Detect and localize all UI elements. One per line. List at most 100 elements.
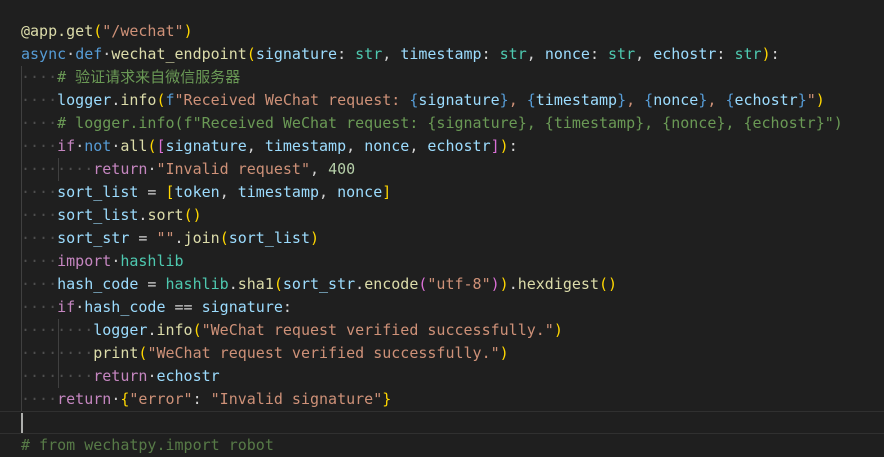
code-line[interactable]: ········print("WeChat request verified s… (0, 342, 884, 365)
code-line[interactable]: ········return·"Invalid request", 400 (0, 158, 884, 181)
code-token: = (129, 229, 157, 247)
indent-guide (21, 227, 22, 250)
code-line[interactable] (0, 411, 884, 434)
code-token: "WeChat request verified successfully." (201, 321, 554, 339)
code-token: ( (273, 275, 283, 293)
code-token: : (192, 390, 211, 408)
code-token: hashlib (120, 252, 184, 270)
code-token: } (499, 91, 509, 109)
code-token: str (608, 45, 636, 63)
code-token: nonce (653, 91, 699, 109)
code-token: . (111, 91, 121, 109)
code-token: () (183, 206, 202, 224)
indent-guide (21, 204, 22, 227)
code-token: "" (156, 229, 175, 247)
code-token: hashlib (165, 275, 229, 293)
code-token: logger (57, 91, 112, 109)
code-token: : (481, 45, 500, 63)
code-line[interactable]: # from wechatpy.import robot (0, 434, 884, 457)
code-line[interactable]: ····return·{"error": "Invalid signature"… (0, 388, 884, 411)
code-token: . (228, 275, 238, 293)
code-token: if (57, 137, 76, 155)
code-token: , (219, 183, 238, 201)
code-token: import (57, 252, 112, 270)
code-token: # logger.info(f"Received WeChat request:… (57, 114, 843, 132)
indent-guide (21, 181, 22, 204)
code-token: · (111, 252, 121, 270)
code-token: join (183, 229, 220, 247)
code-line[interactable]: ········return·echostr (0, 365, 884, 388)
code-token: , (346, 137, 365, 155)
whitespace-marker: ···· (21, 160, 58, 178)
whitespace-marker: ···· (21, 252, 58, 270)
code-token: nonce (364, 137, 410, 155)
code-token: · (111, 390, 121, 408)
code-token: ) (310, 229, 320, 247)
code-line[interactable]: @app.get("/wechat") (0, 20, 884, 43)
code-line[interactable]: ····if·not·all([signature, timestamp, no… (0, 135, 884, 158)
code-token: "Received WeChat request: (174, 91, 410, 109)
code-line[interactable]: ····import·hashlib (0, 250, 884, 273)
code-token: signature (418, 91, 500, 109)
whitespace-marker: ···· (21, 229, 58, 247)
code-token: info (156, 321, 193, 339)
code-token: echostr (427, 137, 491, 155)
code-token: return (93, 367, 148, 385)
code-token: sort_str (57, 229, 130, 247)
code-token: return (93, 160, 148, 178)
code-token: , (526, 45, 545, 63)
code-line[interactable]: ····# 验证请求来自微信服务器 (0, 66, 884, 89)
code-token: echostr (156, 367, 220, 385)
code-token: token (174, 183, 220, 201)
code-token: : (716, 45, 735, 63)
code-line[interactable]: ········logger.info("WeChat request veri… (0, 319, 884, 342)
code-token: ) (499, 137, 509, 155)
code-token: info (120, 91, 157, 109)
indent-guide (21, 342, 22, 365)
code-line[interactable]: ····sort_list = [token, timestamp, nonce… (0, 181, 884, 204)
text-cursor (21, 413, 23, 433)
code-token: ) (499, 344, 509, 362)
code-line[interactable]: ····if·hash_code == signature: (0, 296, 884, 319)
code-line[interactable]: async·def·wechat_endpoint(signature: str… (0, 43, 884, 66)
code-token: . (508, 275, 518, 293)
code-token: ) (183, 22, 193, 40)
code-token: } (797, 91, 807, 109)
whitespace-marker: ···· (21, 206, 58, 224)
code-token: · (75, 298, 85, 316)
code-token: . (355, 275, 365, 293)
code-token: () (599, 275, 618, 293)
whitespace-marker: ···· (21, 390, 58, 408)
code-token: : (508, 137, 518, 155)
code-line[interactable]: ····sort_str = "".join(sort_list) (0, 227, 884, 250)
indent-guide (21, 135, 22, 158)
code-line[interactable]: ····hash_code = hashlib.sha1(sort_str.en… (0, 273, 884, 296)
indent-guide (21, 388, 22, 411)
code-token: sort_list (228, 229, 310, 247)
code-line[interactable]: ····# logger.info(f"Received WeChat requ… (0, 112, 884, 135)
code-token: , (707, 91, 726, 109)
code-token: hash_code (57, 275, 139, 293)
code-token: encode (364, 275, 419, 293)
code-token: if (57, 298, 76, 316)
code-token: , (508, 91, 527, 109)
code-token: } (382, 390, 392, 408)
code-token: nonce (544, 45, 590, 63)
code-token: nonce (337, 183, 383, 201)
code-token: sort_list (57, 183, 139, 201)
whitespace-marker: ···· (21, 114, 58, 132)
code-token: . (174, 229, 184, 247)
code-token: , (635, 45, 654, 63)
code-token: not (84, 137, 112, 155)
indent-guide (21, 273, 22, 296)
indent-guide (21, 296, 22, 319)
code-line[interactable]: ····sort_list.sort() (0, 204, 884, 227)
code-token: sort (147, 206, 184, 224)
code-line[interactable]: ····logger.info(f"Received WeChat reques… (0, 89, 884, 112)
code-token: , (246, 137, 265, 155)
code-editor[interactable]: @app.get("/wechat") async·def·wechat_endp… (0, 20, 884, 454)
whitespace-marker: ···· (21, 275, 58, 293)
code-token: "Invalid request" (156, 160, 310, 178)
code-token: " (806, 91, 816, 109)
code-token: logger (93, 321, 148, 339)
